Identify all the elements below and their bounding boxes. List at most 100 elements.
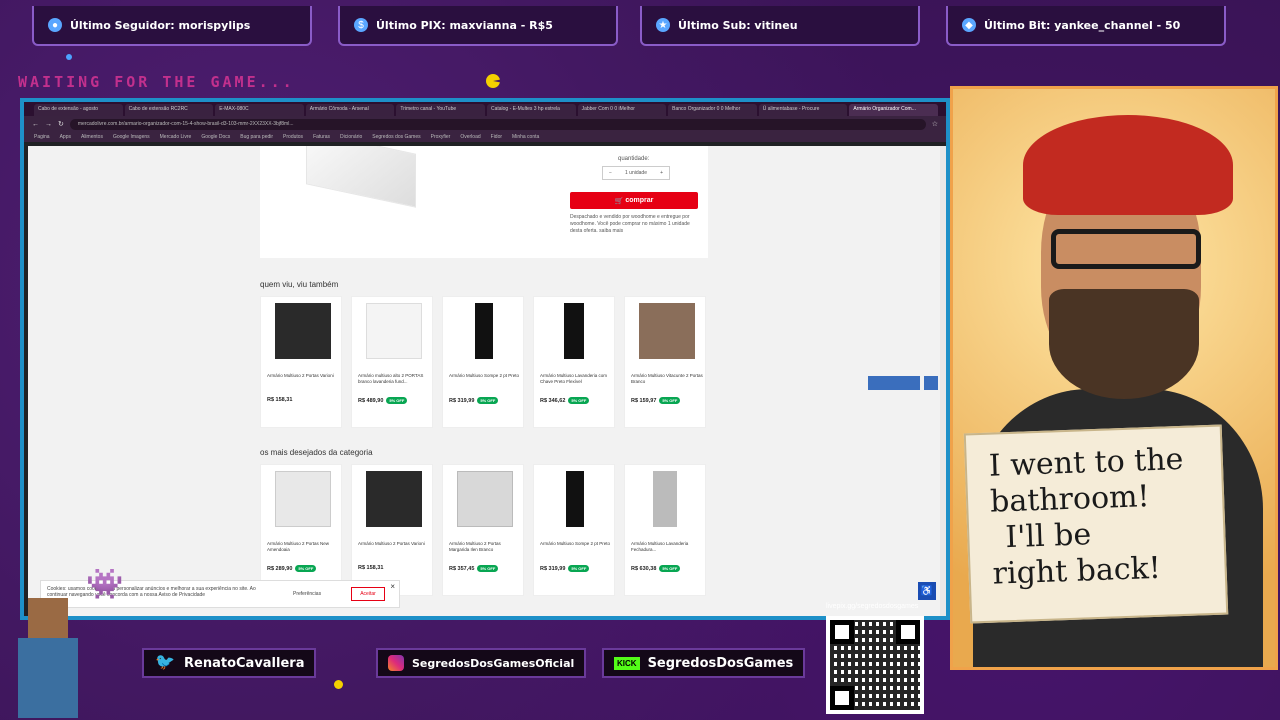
carousel-seen: Armário Multiuso 2 Portas Varioni R$ 158,… — [260, 296, 706, 428]
price-value: R$ 489,90 — [358, 398, 384, 404]
cookie-preferences-link[interactable]: Preferências — [293, 591, 321, 597]
social-twitter: 🐦 RenatoCavallera — [142, 648, 317, 678]
product-tile[interactable]: Armário Multiuso Sompe 2 pt Preto R$ 319,… — [533, 464, 615, 596]
star-icon: ★ — [656, 18, 670, 32]
browser-tab[interactable]: Catalog - E-Multes 3 hp estrela — [486, 104, 576, 116]
quantity-value: 1 unidade — [625, 170, 647, 176]
bookmark-item[interactable]: Pagina — [34, 134, 50, 140]
close-icon[interactable]: × — [390, 582, 395, 591]
product-thumb — [653, 471, 677, 527]
product-thumb — [457, 471, 513, 527]
browser-tab[interactable]: Banco Organizador 0 0 Melhor — [668, 104, 757, 116]
character-bandana — [1023, 115, 1233, 215]
product-image — [306, 146, 416, 208]
minus-icon[interactable]: − — [609, 170, 612, 176]
browser-tab[interactable]: Armário Cômoda - Arsenal — [305, 104, 395, 116]
brb-panel: I went to the bathroom! I'll be right ba… — [950, 86, 1278, 670]
side-ad-banner[interactable] — [868, 376, 920, 390]
price-value: R$ 319,99 — [540, 566, 566, 572]
space-invader-icon: 👾 — [86, 568, 124, 601]
discount-badge: 5% OFF — [568, 397, 590, 404]
bookmark-item[interactable]: Dicionário — [340, 134, 362, 140]
accessibility-icon[interactable]: ♿ — [918, 582, 936, 600]
character-glasses — [1051, 229, 1201, 269]
product-tile[interactable]: Armário Multiuso Lavanderia Fechadura...… — [624, 464, 706, 596]
bookmark-item[interactable]: Google Imagens — [113, 134, 150, 140]
browser-tab[interactable]: Cabo de extensão RC2RC — [124, 104, 214, 116]
dollar-icon: $ — [354, 18, 368, 32]
product-thumb — [639, 303, 695, 359]
bookmark-item[interactable]: Bug para pedir — [240, 134, 273, 140]
product-name: Armário Multiuso 2 Portas Margarida Ilen… — [449, 541, 501, 552]
browser-tab[interactable]: Trimetro canal - YouTube — [396, 104, 485, 116]
alert-bit-text: Último Bit: yankee_channel - 50 — [984, 18, 1181, 32]
browser-tab[interactable]: Jabber Com 0 0 iMelhor — [577, 104, 667, 116]
back-icon[interactable]: ← — [32, 121, 39, 128]
product-tile[interactable]: Armário Multiuso Vitacunte 2 Portas Bran… — [624, 296, 706, 428]
tab-strip: Cabo de extensão - agosto Cabo de extens… — [24, 102, 946, 116]
plus-icon[interactable]: + — [660, 170, 663, 176]
quantity-selector[interactable]: − 1 unidade + — [602, 166, 670, 180]
star-bookmark-icon[interactable]: ☆ — [932, 120, 938, 128]
forward-icon[interactable]: → — [45, 121, 52, 128]
product-name: Armário Multiuso 2 Portas Varioni — [267, 373, 334, 378]
buy-button[interactable]: 🛒 comprar — [570, 192, 698, 209]
bookmark-item[interactable]: Mercado Livre — [160, 134, 192, 140]
bookmark-item[interactable]: Apps — [60, 134, 71, 140]
carousel-desired: Armário Multiuso 2 Portas New Amendoaia R… — [260, 464, 706, 596]
bookmark-item[interactable]: Minha conta — [512, 134, 539, 140]
bookmark-item[interactable]: Faturas — [313, 134, 330, 140]
discount-badge: 5% OFF — [568, 565, 590, 572]
product-name: Armário Multiuso Lavanderia Fechadura... — [631, 541, 689, 552]
product-thumb — [275, 303, 331, 359]
alert-pix-text: Último PIX: maxvianna - R$5 — [376, 18, 553, 32]
price-value: R$ 289,90 — [267, 566, 293, 572]
sign-line: I went to the — [988, 441, 1184, 484]
product-price: R$ 319,99 5% OFF — [540, 565, 590, 572]
address-bar-row: ← → ↻ mercadolivre.com.br/armario-organi… — [24, 116, 946, 132]
product-tile[interactable]: Armário Multiuso 2 Portas Varioni R$ 158,… — [351, 464, 433, 596]
product-tile[interactable]: Armário Multiuso 2 Portas Margarida Ilen… — [442, 464, 524, 596]
bookmark-item[interactable]: Segredos dos Games — [372, 134, 420, 140]
product-tile[interactable]: Armário Multiuso Sompe 2 pt Preto R$ 319,… — [442, 296, 524, 428]
url-input[interactable]: mercadolivre.com.br/armario-organizador-… — [69, 118, 926, 130]
discount-badge: 5% OFF — [386, 397, 408, 404]
section-title-desired: os mais desejados da categoria — [260, 448, 373, 457]
product-tile[interactable]: Armário Multiuso 2 Portas New Amendoaia R… — [260, 464, 342, 596]
buy-button-label: comprar — [625, 197, 654, 204]
product-tile[interactable]: Armário Multiuso 2 Portas Varioni R$ 158,… — [260, 296, 342, 428]
browser-tab[interactable]: E-MAX-080C — [215, 104, 304, 116]
scrollbar[interactable] — [940, 146, 946, 616]
alert-sub: ★ Último Sub: vitineu — [640, 6, 920, 46]
price-value: R$ 346,62 — [540, 398, 566, 404]
character-beard — [1049, 289, 1199, 399]
cookie-accept-button[interactable]: Aceitar — [351, 587, 385, 601]
decor-dot — [66, 54, 72, 60]
instagram-handle: SegredosDosGamesOficial — [412, 656, 575, 670]
bookmark-item[interactable]: Google Docs — [201, 134, 230, 140]
qr-finder — [896, 620, 920, 644]
product-thumb — [566, 471, 584, 527]
browser-tab[interactable]: Ü alimentabase - Procure — [758, 104, 848, 116]
bookmark-item[interactable]: Produtos — [283, 134, 303, 140]
product-name: Armário Multiuso 2 Portas Varioni — [358, 541, 425, 546]
bookmark-item[interactable]: Proxyfier — [431, 134, 451, 140]
quantity-label: quantidade: — [618, 156, 650, 162]
reload-icon[interactable]: ↻ — [58, 120, 64, 128]
social-kick: KICK SegredosDosGames — [602, 648, 806, 678]
product-tile[interactable]: Armário Multiuso Lavanderia com Chave Pr… — [533, 296, 615, 428]
product-tile[interactable]: Armário multiuso alto 2 PORTAS branco la… — [351, 296, 433, 428]
price-value: R$ 158,31 — [358, 565, 384, 571]
discount-badge: 5% OFF — [659, 565, 681, 572]
twitter-handle: RenatoCavallera — [184, 655, 305, 671]
browser-tab-active[interactable]: Armário Organizador Com... — [849, 104, 938, 116]
browser-tab[interactable]: Cabo de extensão - agosto — [34, 104, 123, 116]
discount-badge: 5% OFF — [477, 397, 499, 404]
bookmark-item[interactable]: Fidor — [491, 134, 502, 140]
kick-handle: SegredosDosGames — [647, 655, 794, 671]
price-value: R$ 630,38 — [631, 566, 657, 572]
side-ad-icon[interactable] — [924, 376, 938, 390]
avatar-head — [28, 598, 68, 638]
bookmark-item[interactable]: Overload — [460, 134, 480, 140]
bookmark-item[interactable]: Alimentos — [81, 134, 103, 140]
